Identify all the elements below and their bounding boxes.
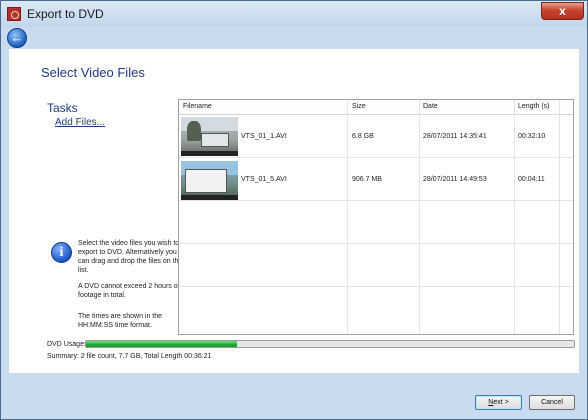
title-bar[interactable]: Export to DVD x [1,1,587,27]
row-date: 28/07/2011 14:35:41 [423,133,487,140]
page-title: Select Video Files [41,65,145,80]
row-length: 00:32:10 [518,133,546,140]
help-text-format: The times are shown in the HH:MM:SS time… [78,313,163,329]
row-size: 906.7 MB [352,176,382,183]
row-length: 00:04:11 [518,176,545,183]
column-size[interactable]: Size [352,103,366,110]
add-files-link[interactable]: Add Files... [55,117,105,128]
navigation-bar: ← [1,27,587,49]
dvd-usage-label: DVD Usage: [47,341,86,348]
help-text-limit: A DVD cannot exceed 2 hours of footage i… [78,283,180,299]
cancel-button[interactable]: Cancel [529,395,575,410]
export-to-dvd-window: Export to DVD x ← Select Video Files Tas… [0,0,588,420]
back-arrow-icon[interactable]: ← [7,28,27,48]
column-divider [559,100,560,334]
row-divider [179,286,573,287]
summary-text: Summary: 2 file count, 7.7 GB, Total Len… [47,353,212,360]
row-divider [179,200,573,201]
column-date[interactable]: Date [423,103,438,110]
row-size: 6.8 GB [352,133,374,140]
row-divider [179,157,573,158]
column-length[interactable]: Length (s) [518,103,550,110]
column-filename[interactable]: Filename [183,103,212,110]
column-divider [419,100,420,334]
video-thumbnail [181,161,238,200]
row-date: 28/07/2011 14:49:53 [423,176,487,183]
video-thumbnail [181,117,238,156]
close-button[interactable]: x [541,2,584,20]
tasks-heading: Tasks [47,101,78,115]
row-divider [179,243,573,244]
help-text-select: Select the video files you wish to expor… [78,240,183,274]
row-filename: VTS_01_1.AVI [241,133,287,140]
next-button[interactable]: Next > [475,395,522,410]
app-icon [7,7,21,21]
video-files-table[interactable]: Filename Size Date Length (s) VTS_01_1.A… [178,99,574,335]
window-title: Export to DVD [27,7,104,21]
column-divider [347,100,348,334]
dvd-usage-progress-bar [85,340,575,348]
dvd-usage-progress-fill [86,341,238,347]
info-icon: i [51,242,72,263]
column-divider [514,100,515,334]
row-filename: VTS_01_5.AVI [241,176,287,183]
